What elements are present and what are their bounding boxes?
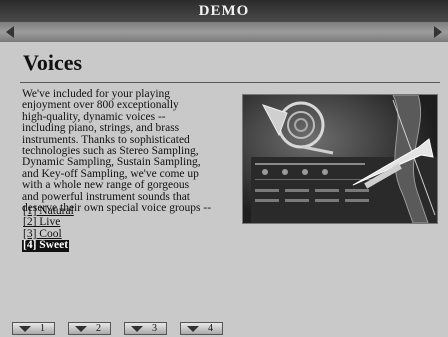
instruments-photo [242,94,438,224]
title-divider [20,82,440,83]
page-button-label: 2 [96,323,101,334]
page-button-3[interactable]: 3 [124,322,167,335]
page-button-label: 4 [208,323,213,334]
page-button-label: 3 [152,323,157,334]
horizontal-scrollbar[interactable] [0,22,448,42]
page-button-2[interactable]: 2 [68,322,111,335]
window-title: DEMO [0,0,448,22]
down-triangle-icon [131,326,143,332]
voice-group-list: [1] Natural [2] Live [3] Cool [4] Sweet [22,205,75,252]
page-button-4[interactable]: 4 [180,322,223,335]
down-triangle-icon [19,326,31,332]
down-triangle-icon [75,326,87,332]
page-button-label: 1 [40,323,45,334]
voice-group-link-sweet[interactable]: [4] Sweet [22,239,70,252]
right-arrow-icon[interactable] [434,26,442,38]
left-arrow-icon[interactable] [6,26,14,38]
down-triangle-icon [187,326,199,332]
description-text: We've included for your playing enjoymen… [22,88,212,215]
page-button-1[interactable]: 1 [12,322,55,335]
page-title: Voices [23,50,83,75]
